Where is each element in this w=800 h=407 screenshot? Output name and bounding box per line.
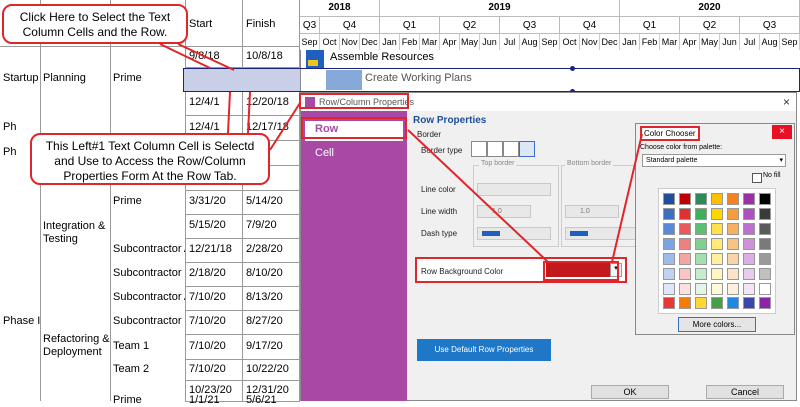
annotation-lines <box>159 43 643 281</box>
